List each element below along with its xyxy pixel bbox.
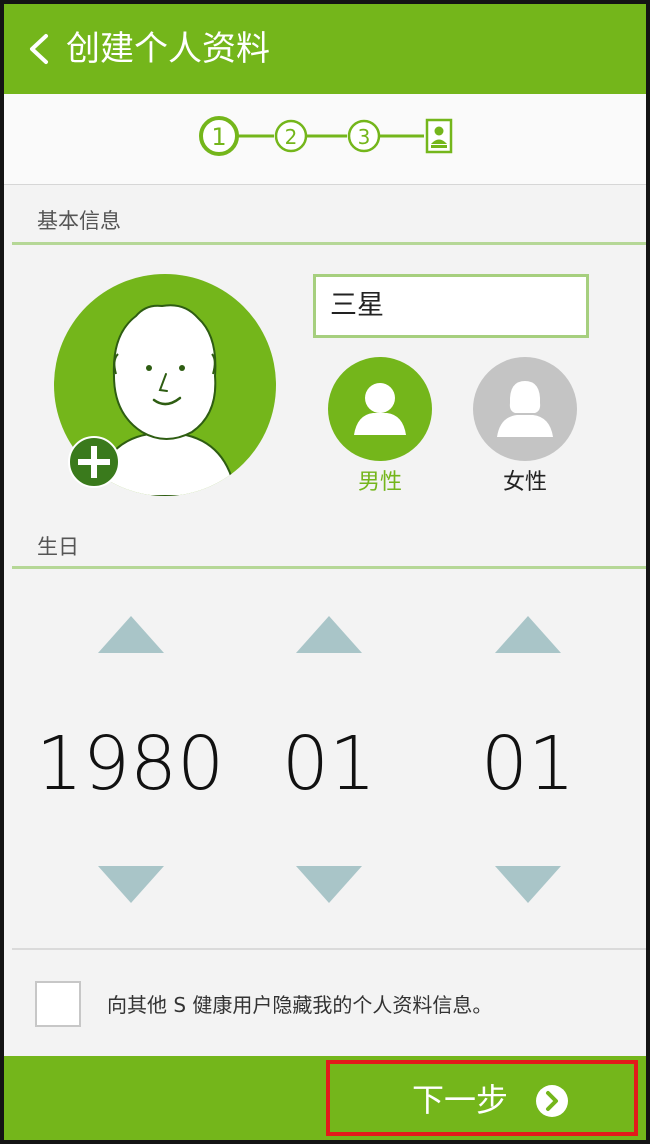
hide-profile-checkbox[interactable] [35,981,81,1027]
female-person-icon [497,381,553,437]
plus-icon[interactable] [67,435,121,489]
profile-photo-avatar[interactable] [54,274,276,496]
section-label-basic-info: 基本信息 [37,209,121,233]
gender-female-button[interactable] [473,357,577,461]
year-increment-button[interactable] [98,616,164,653]
section-divider [12,566,646,569]
step-1-label: 1 [211,123,226,151]
step-3: 3 [347,119,381,153]
gender-male-label: 男性 [357,470,402,495]
hide-profile-label: 向其他 S 健康用户隐藏我的个人资料信息。 [107,993,493,1017]
step-2-label: 2 [285,125,298,149]
step-3-label: 3 [358,125,371,149]
chevron-right-circle-icon [536,1085,568,1117]
section-divider [12,242,646,245]
divider [12,948,646,950]
year-value[interactable]: 1980 [34,722,226,806]
section-label-birthday: 生日 [37,535,79,559]
progress-stepper: 1 2 3 [4,94,646,185]
day-decrement-button[interactable] [495,866,561,903]
next-button[interactable]: 下一步 [326,1060,638,1136]
month-increment-button[interactable] [296,616,362,653]
name-input[interactable]: 三星 [313,274,589,338]
year-decrement-button[interactable] [98,866,164,903]
gender-male-button[interactable] [328,357,432,461]
month-value[interactable]: 01 [264,722,394,806]
next-button-label: 下一步 [412,1081,509,1119]
gender-female-label: 女性 [502,470,547,495]
step-2: 2 [274,119,308,153]
day-increment-button[interactable] [495,616,561,653]
app-header: 创建个人资料 [4,4,646,94]
step-1: 1 [199,116,239,156]
day-value[interactable]: 01 [463,722,593,806]
male-person-icon [354,383,406,435]
back-chevron-icon[interactable] [22,30,56,68]
month-decrement-button[interactable] [296,866,362,903]
app-screen: 创建个人资料 1 2 3 基本信息 三星 男性 女性 生日 1980 01 01… [0,0,650,1144]
page-title: 创建个人资料 [66,29,270,69]
profile-card-icon [425,118,453,154]
